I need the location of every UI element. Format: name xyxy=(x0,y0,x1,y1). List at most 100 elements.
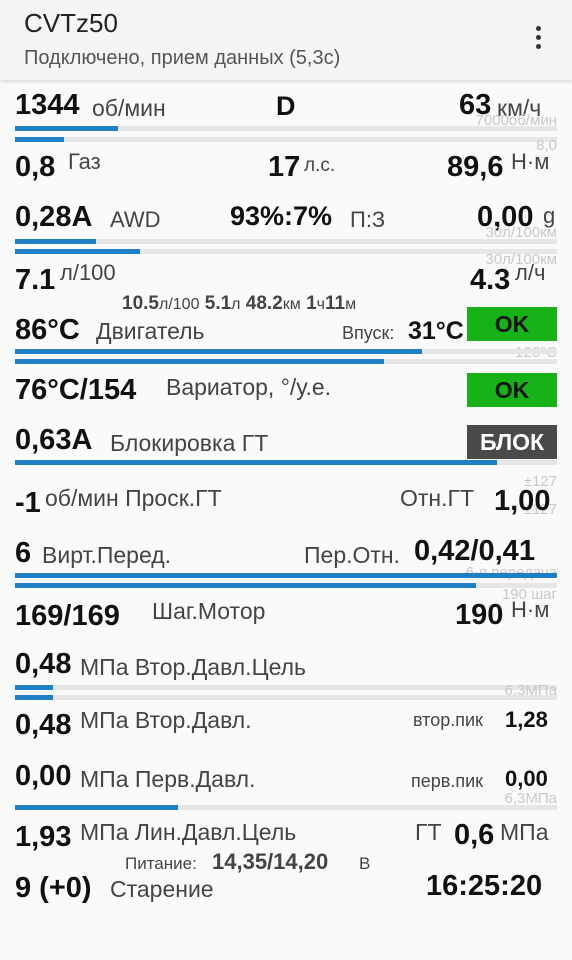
secondary-pressure-value: 0,48 xyxy=(15,709,72,741)
cvt-label: Вариатор, °/у.е. xyxy=(166,374,332,400)
engine-temp-bar-fill xyxy=(15,349,422,354)
intake-temp-bar-fill xyxy=(15,359,384,364)
speed-bar xyxy=(15,137,557,142)
trip-avg: 10.5 xyxy=(122,293,159,314)
fuel-bar-a-fill xyxy=(15,239,97,244)
input-torque: 190 xyxy=(455,599,504,631)
primary-peak: 0,00 xyxy=(505,766,548,791)
hourly-consumption: 4.3 xyxy=(470,264,511,296)
supply-voltage: 14,35/14,20 xyxy=(212,849,329,874)
primary-pressure-value: 0,00 xyxy=(15,760,72,792)
aging-value: 9 (+0) xyxy=(15,872,92,904)
intake-temp-bar xyxy=(15,359,557,364)
converter-pressure-unit: МПа xyxy=(500,819,549,845)
secondary-target-bar-fill xyxy=(15,685,53,690)
trip-avg-unit: л/100 xyxy=(158,296,200,313)
lockup-bar xyxy=(15,460,557,465)
gear-selector: D xyxy=(276,91,296,121)
engine-temp: 86°C xyxy=(15,314,80,346)
engine-status-badge: OK xyxy=(467,307,557,341)
trip-summary: 10.5л/100 5.1л 48.2км 1ч11м xyxy=(122,294,356,313)
gear-ratio: 0,42/0,41 xyxy=(414,535,535,567)
lockup-status-badge: БЛОК xyxy=(467,425,557,459)
aging-label: Старение xyxy=(110,876,214,902)
torque-unit: Н·м xyxy=(511,149,550,174)
connection-status: Подключено, прием данных (5,3с) xyxy=(24,47,341,69)
hourly-consumption-unit: л/ч xyxy=(515,260,546,285)
slip-value: -1 xyxy=(15,487,41,519)
fuel-bar-b-fill xyxy=(15,249,140,254)
primary-scale-label: 6,3МПа xyxy=(504,790,557,807)
converter-pressure: 0,6 xyxy=(454,819,495,851)
intake-temp: 31°C xyxy=(408,317,464,345)
secondary-bar xyxy=(15,695,557,700)
awd-split: 93%:7% xyxy=(230,201,333,231)
clock: 16:25:20 xyxy=(426,870,543,902)
primary-peak-label: перв.пик xyxy=(411,771,484,791)
primary-pressure-bar-fill xyxy=(15,805,178,810)
trip-fuel: 5.1 xyxy=(204,293,232,314)
input-torque-unit: Н·м xyxy=(511,597,550,622)
trip-fuel-unit: л xyxy=(231,296,241,313)
rpm-bar-fill xyxy=(15,126,118,131)
primary-pressure-bar xyxy=(15,805,557,810)
slip-label: об/мин Проск.ГТ xyxy=(45,485,222,511)
engine-temp-bar xyxy=(15,349,557,354)
gear-ratio-label: Пер.Отн. xyxy=(304,542,401,568)
trip-minutes: 11 xyxy=(324,293,346,314)
fuel-scale-a: 30л/100км xyxy=(485,224,557,241)
virtual-gear-bar-fill xyxy=(15,573,557,578)
consumption-value: 7.1 xyxy=(15,264,56,296)
fuel-bar-a xyxy=(15,239,557,244)
gear-ratio-bar xyxy=(15,583,557,588)
virtual-gear: 6 xyxy=(15,537,32,569)
overflow-menu-icon[interactable] xyxy=(526,24,550,54)
line-pressure-value: 1,93 xyxy=(15,821,72,853)
cvt-status-badge: OK xyxy=(467,373,557,407)
virtual-gear-label: Вирт.Перед. xyxy=(42,542,172,568)
stepper-value: 169/169 xyxy=(15,600,120,632)
consumption-unit: л/100 xyxy=(60,260,116,285)
rpm-bar xyxy=(15,126,557,131)
lockup-current: 0,63А xyxy=(15,424,93,456)
awd-label: AWD xyxy=(110,207,161,232)
stepper-label: Шаг.Мотор xyxy=(152,598,266,624)
converter-ratio-label: Отн.ГТ xyxy=(400,485,475,511)
torque-value: 89,6 xyxy=(447,151,504,183)
line-pressure-label: МПа Лин.Давл.Цель xyxy=(80,819,297,845)
secondary-peak: 1,28 xyxy=(505,707,548,732)
rpm-unit: об/мин xyxy=(92,95,166,121)
trip-minutes-unit: м xyxy=(345,296,357,313)
trip-distance-unit: км xyxy=(282,296,301,313)
primary-pressure-label: МПа Перв.Давл. xyxy=(80,766,256,792)
throttle-label: Газ xyxy=(68,149,101,174)
secondary-peak-label: втор.пик xyxy=(413,710,483,730)
awd-current: 0,28А xyxy=(15,201,93,233)
secondary-bar-fill xyxy=(15,695,53,700)
secondary-target-value: 0,48 xyxy=(15,648,72,680)
gear-ratio-bar-fill xyxy=(15,583,476,588)
awd-split-label: П:З xyxy=(350,207,386,232)
rpm-value: 1344 xyxy=(15,89,80,121)
power-unit: л.с. xyxy=(304,155,336,176)
app-bar: CVTz50 Подключено, прием данных (5,3с) xyxy=(0,0,572,80)
cvt-temp: 76°C/154 xyxy=(15,374,137,406)
intake-label: Впуск: xyxy=(342,323,395,343)
supply-voltage-unit: В xyxy=(359,854,371,873)
throttle-value: 0,8 xyxy=(15,151,56,183)
secondary-target-label: МПа Втор.Давл.Цель xyxy=(80,654,307,680)
power-value: 17 xyxy=(268,151,301,183)
engine-label: Двигатель xyxy=(96,318,205,344)
lockup-label: Блокировка ГТ xyxy=(110,430,269,456)
secondary-pressure-label: МПа Втор.Давл. xyxy=(80,707,252,733)
virtual-gear-bar xyxy=(15,573,557,578)
fuel-bar-b xyxy=(15,249,557,254)
speed-bar-fill xyxy=(15,137,64,142)
trip-hours-unit: ч xyxy=(316,296,325,313)
supply-voltage-label: Питание: xyxy=(125,854,197,873)
trip-distance: 48.2 xyxy=(245,293,283,314)
converter-ratio: 1,00 xyxy=(494,485,551,517)
secondary-target-bar xyxy=(15,685,557,690)
app-title: CVTz50 xyxy=(24,8,118,38)
converter-pressure-label: ГТ xyxy=(415,819,442,845)
